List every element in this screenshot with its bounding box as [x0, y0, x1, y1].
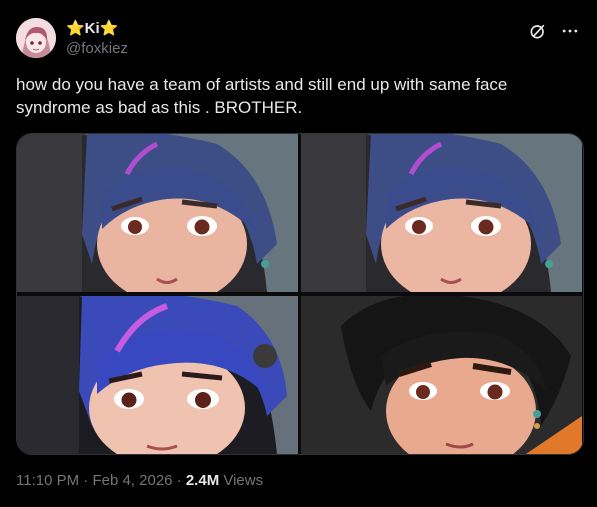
media-grid: [16, 133, 584, 455]
tweet-date[interactable]: Feb 4, 2026: [92, 472, 172, 489]
more-icon[interactable]: [559, 20, 581, 42]
media-image-4[interactable]: [301, 296, 582, 454]
media-image-1[interactable]: [17, 134, 298, 292]
grok-icon[interactable]: [527, 20, 549, 42]
tweet-meta: 11:10 PM · Feb 4, 2026 · 2.4M Views: [16, 472, 263, 489]
tweet-actions-top: [527, 20, 581, 42]
tweet-time[interactable]: 11:10 PM: [16, 472, 79, 489]
display-name[interactable]: ⭐Ki⭐: [66, 19, 128, 39]
views-count: 2.4M: [185, 472, 220, 489]
media-image-2[interactable]: [301, 134, 582, 292]
handle[interactable]: @foxkiez: [66, 39, 128, 59]
media-image-3[interactable]: [17, 296, 298, 454]
author-block: ⭐Ki⭐ @foxkiez: [66, 19, 128, 59]
meta-separator: ·: [79, 472, 93, 489]
tweet-text: how do you have a team of artists and st…: [16, 75, 508, 117]
tweet-card: ⭐Ki⭐ @foxkiez how do you have a team of …: [0, 0, 597, 507]
meta-separator: ·: [172, 472, 186, 489]
views-label: Views: [219, 472, 264, 489]
avatar[interactable]: [16, 18, 56, 58]
